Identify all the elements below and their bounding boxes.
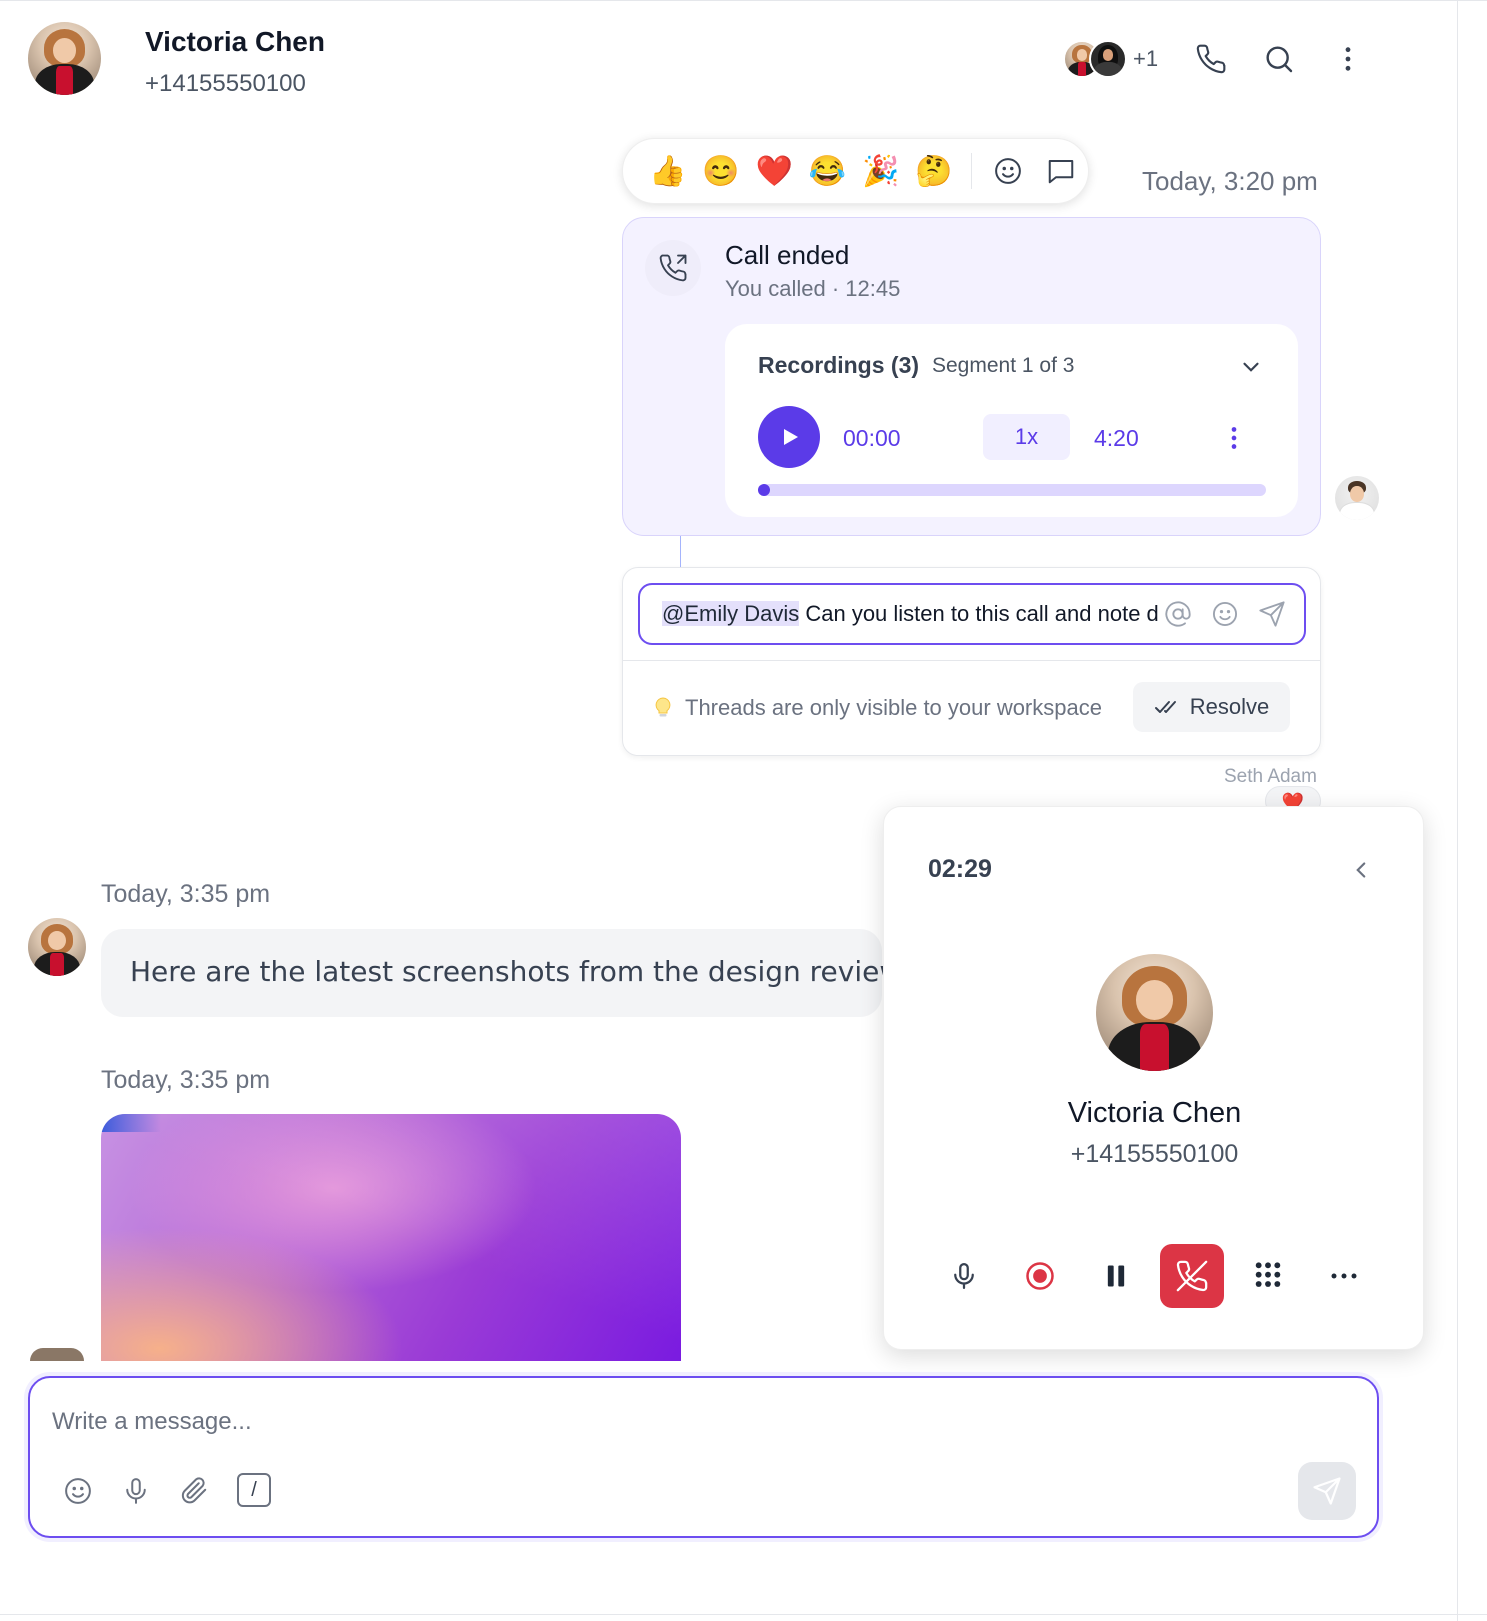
playback-current-time: 00:00 [843, 425, 901, 451]
caller-phone: +14155550100 [1070, 1140, 1239, 1168]
participants-group[interactable]: +1 [1063, 40, 1158, 78]
more-vertical-icon[interactable] [1221, 422, 1247, 454]
playback-speed-button[interactable]: 1x [983, 414, 1070, 460]
hang-up-icon [1176, 1260, 1208, 1292]
reply-thread-icon[interactable] [1035, 144, 1088, 198]
call-ended-card: Call ended You called · 12:45 Recordings… [622, 217, 1321, 536]
emoji-icon[interactable] [60, 1473, 96, 1509]
contact-avatar [28, 918, 86, 976]
pause-icon[interactable] [1084, 1244, 1148, 1308]
phone-icon[interactable] [1192, 40, 1230, 78]
contact-avatar[interactable] [28, 22, 101, 95]
mention-icon[interactable] [1164, 600, 1194, 630]
slash-command-button[interactable]: / [237, 1473, 271, 1507]
microphone-icon[interactable] [932, 1244, 996, 1308]
reaction-smile[interactable]: 😊 [694, 144, 747, 198]
message-composer: / [28, 1376, 1379, 1538]
thread-connector [680, 536, 681, 568]
double-check-icon [1154, 701, 1176, 713]
reaction-bar: 👍 😊 ❤️ 😂 🎉 🤔 [622, 138, 1089, 204]
thread-tip-text: Threads are only visible to your workspa… [685, 695, 1102, 720]
thread-reply-body: Can you listen to this call and note d [799, 601, 1159, 626]
chevron-left-icon[interactable] [1348, 857, 1374, 883]
send-icon [1313, 1477, 1341, 1505]
chevron-down-icon[interactable] [1238, 354, 1264, 380]
chat-app: Victoria Chen +14155550100 +1 👍 😊 ❤️ 😂 🎉… [0, 0, 1487, 1621]
message-timestamp: Today, 3:35 pm [101, 1066, 271, 1094]
contact-name: Victoria Chen [145, 26, 325, 57]
hang-up-button[interactable] [1160, 1244, 1224, 1308]
dialpad-icon[interactable] [1236, 1244, 1300, 1308]
send-button[interactable] [1298, 1462, 1356, 1520]
playback-total-time: 4:20 [1094, 425, 1139, 451]
participants-more-count: +1 [1133, 46, 1159, 71]
reaction-heart[interactable]: ❤️ [748, 144, 801, 198]
recording-segment: Segment 1 of 3 [932, 354, 1075, 377]
resolve-label: Resolve [1189, 694, 1270, 719]
thread-divider [623, 660, 1320, 661]
sender-avatar [1335, 476, 1379, 520]
thread-visibility-tip: Threads are only visible to your workspa… [653, 695, 1102, 721]
reaction-laugh[interactable]: 😂 [801, 144, 854, 198]
outgoing-call-icon [645, 240, 701, 296]
reaction-thumbs-up[interactable]: 👍 [641, 144, 694, 198]
more-vertical-icon[interactable] [1329, 40, 1367, 78]
playback-progress-fill [758, 484, 771, 496]
reaction-party[interactable]: 🎉 [854, 144, 907, 198]
contact-phone: +14155550100 [145, 70, 306, 97]
microphone-icon[interactable] [118, 1473, 154, 1509]
thread-reply-input[interactable]: @Emily Davis Can you listen to this call… [638, 583, 1306, 645]
contact-avatar [30, 1348, 84, 1361]
thread-panel: @Emily Davis Can you listen to this call… [622, 567, 1321, 756]
recordings-title: Recordings (3) [758, 352, 920, 378]
mention-tag: @Emily Davis [662, 601, 800, 626]
reaction-thinking[interactable]: 🤔 [907, 144, 960, 198]
message-timestamp: Today, 3:35 pm [101, 880, 271, 908]
lightbulb-icon [655, 697, 671, 717]
call-duration: 02:29 [928, 855, 992, 883]
message-bubble: Here are the latest screenshots from the… [101, 929, 902, 1017]
active-call-widget: 02:29 Victoria Chen +14155550100 [883, 806, 1424, 1350]
message-timestamp: Today, 3:20 pm [1142, 166, 1318, 196]
sender-name: Seth Adam [1224, 766, 1317, 787]
recordings-player: Recordings (3) Segment 1 of 3 00:00 1x 4… [725, 324, 1298, 517]
caller-name: Victoria Chen [1067, 1097, 1242, 1129]
attachment-icon[interactable] [176, 1473, 212, 1509]
bottom-border [0, 1614, 1487, 1615]
caller-avatar [1096, 954, 1213, 1071]
participant-avatar [1089, 40, 1127, 78]
play-button[interactable] [758, 406, 820, 468]
top-border [0, 0, 1487, 1]
search-icon[interactable] [1260, 40, 1298, 78]
call-title: Call ended [725, 240, 850, 270]
resolve-button[interactable]: Resolve [1133, 682, 1290, 732]
emoji-icon[interactable] [1211, 600, 1241, 630]
add-reaction-icon[interactable] [981, 144, 1034, 198]
more-horizontal-icon[interactable] [1312, 1244, 1376, 1308]
reaction-divider [970, 153, 972, 189]
message-input[interactable] [52, 1404, 1152, 1440]
record-icon[interactable] [1008, 1244, 1072, 1308]
playback-progress-bar[interactable] [758, 484, 1266, 496]
thread-reply-text: @Emily Davis Can you listen to this call… [662, 601, 1160, 627]
image-attachment[interactable] [101, 1114, 681, 1361]
play-icon [784, 429, 798, 445]
call-subtitle: You called · 12:45 [725, 276, 901, 301]
send-icon[interactable] [1258, 600, 1288, 630]
right-divider [1457, 0, 1458, 1621]
